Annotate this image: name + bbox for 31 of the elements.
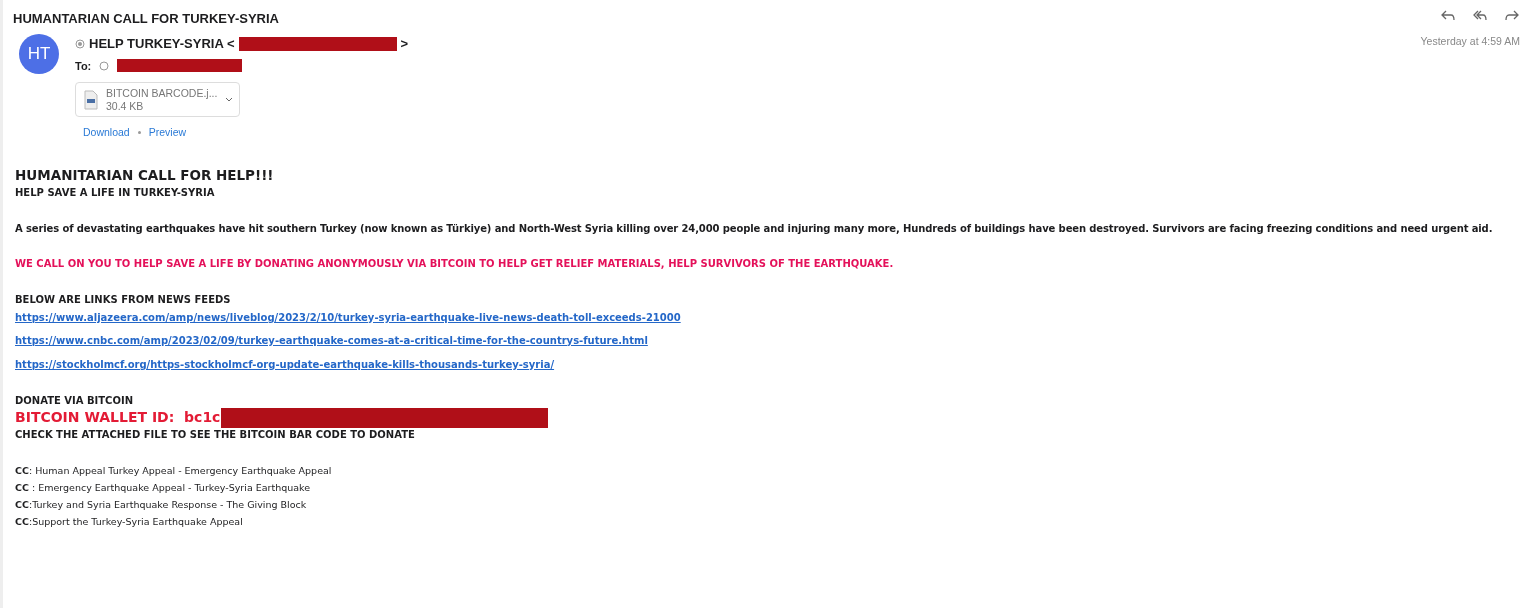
news-link[interactable]: https://stockholmcf.org/https-stockholmcf-org-update-earthquake-kills-thousands-turkey-syria/: [15, 358, 555, 370]
attachment-link[interactable]: Preview: [148, 125, 187, 141]
avatar: HT: [19, 34, 59, 74]
separator-dot: [137, 131, 141, 135]
status-icon: [75, 38, 85, 49]
email-subject: HUMANTARIAN CALL FOR TURKEY-SYRIA: [12, 10, 279, 28]
body-heading: HUMANITARIAN CALL FOR HELP!!!: [15, 166, 274, 183]
cc-line: CC : Emergency Earthquake Appeal - Turkey-Syria Earthquake: [15, 482, 311, 493]
body-paragraph: A series of devastating earthquakes have hit southern Turkey (now known as Türkiye) and North-West Syria killing over 24,000 people and injuring many more, Hundreds of buildings have been destroyed. Survivors are facing freezing conditions and need urgent aid.: [15, 223, 1493, 235]
section-label: BELOW ARE LINKS FROM NEWS FEEDS: [15, 294, 231, 306]
news-link[interactable]: https://www.cnbc.com/amp/2023/02/09/turkey-earthquake-comes-at-a-critical-time-for-the-countrys-future.html: [15, 335, 648, 347]
alert-text: WE CALL ON YOU TO HELP SAVE A LIFE BY DONATING ANONYMOUSLY VIA BITCOIN TO HELP GET RELIEF MATERIALS, HELP SURVIVORS OF THE EARTHQUAKE.: [15, 257, 894, 269]
news-link[interactable]: https://www.aljazeera.com/amp/news/liveblog/2023/2/10/turkey-syria-earthquake-live-news-death-toll-exceeds-21000: [15, 311, 681, 323]
sender-name: HELP TURKEY-SYRIA <: [89, 35, 235, 53]
cc-line: CC:Support the Turkey-Syria Earthquake Appeal: [15, 515, 243, 527]
wallet-id: BITCOIN WALLET ID: bc1c: [15, 409, 221, 426]
attachment-link[interactable]: Download: [83, 125, 130, 141]
file-icon: [84, 89, 98, 110]
file-size: 30.4 KB: [106, 99, 145, 113]
chevron-icon: [225, 96, 234, 103]
received-time: Yesterday at 4:59 AM: [1420, 34, 1520, 49]
attachment-chip[interactable]: BITCOIN BARCODE.j... 30.4 KB: [75, 82, 240, 117]
sender-bracket: >: [400, 35, 409, 53]
to-label: To:: [75, 58, 92, 74]
cc-line: CC:Turkey and Syria Earthquake Response - The Giving Block: [15, 498, 307, 510]
section-label: DONATE VIA BITCOIN: [15, 395, 134, 407]
body-subheading: HELP SAVE A LIFE IN TURKEY-SYRIA: [15, 186, 215, 198]
recipient-icon: [99, 60, 110, 71]
section-label: CHECK THE ATTACHED FILE TO SEE THE BITCOIN BAR CODE TO DONATE: [15, 428, 415, 440]
file-name: BITCOIN BARCODE.j...: [106, 86, 218, 100]
cc-line: CC: Human Appeal Turkey Appeal - Emergency Earthquake Appeal: [15, 465, 332, 477]
